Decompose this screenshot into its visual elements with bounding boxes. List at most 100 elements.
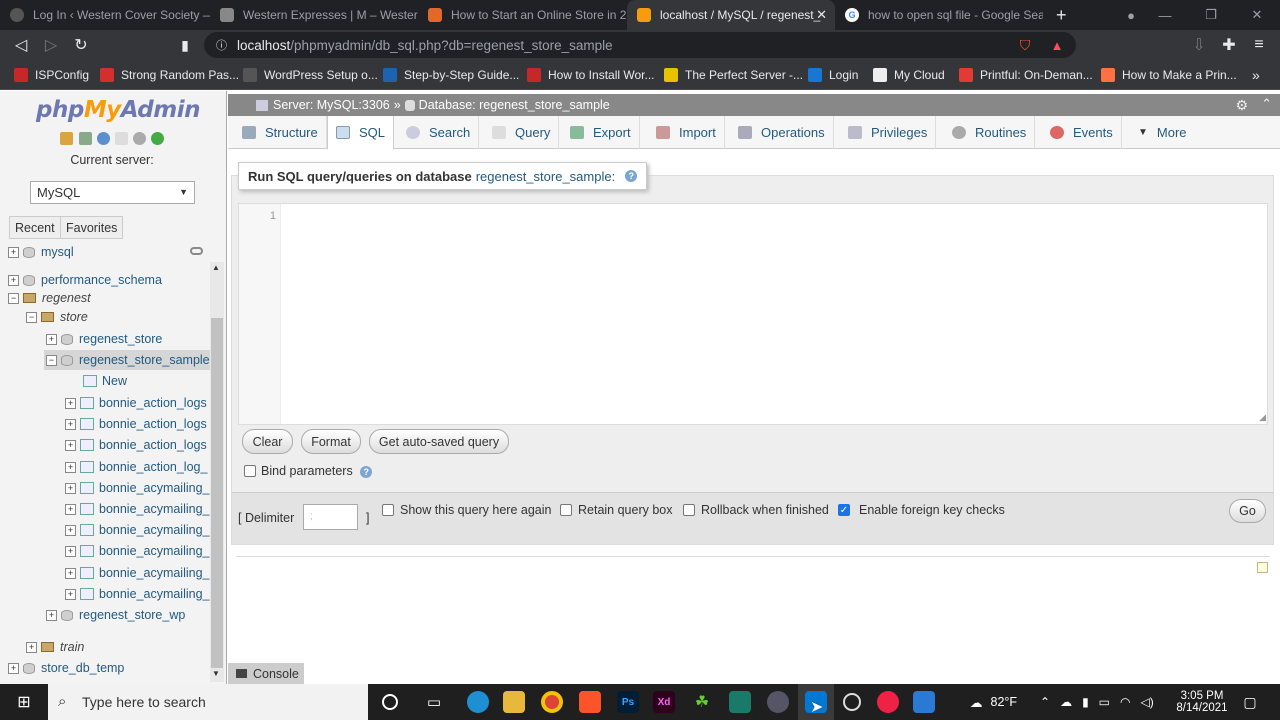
download-icon[interactable]: ⇩ — [1184, 30, 1214, 60]
docs-icon[interactable] — [115, 132, 128, 145]
expand-icon[interactable]: + — [65, 418, 76, 430]
collapse-icon[interactable]: − — [26, 311, 37, 323]
extensions-icon[interactable]: ✚ — [1214, 30, 1244, 60]
scroll-up-icon[interactable]: ▲ — [212, 263, 220, 272]
bookmark-item[interactable]: Printful: On-Deman... — [959, 60, 1093, 90]
expand-icon[interactable]: + — [46, 333, 57, 345]
back-icon[interactable]: ◁ — [6, 30, 36, 60]
address-bar[interactable]: ⓘ localhost/phpmyadmin/db_sql.php?db=reg… — [204, 32, 1076, 58]
weather-widget[interactable]: ☁ 82°F — [970, 684, 1017, 720]
phpmyadmin-logo[interactable]: phpMyAdmin — [36, 97, 200, 123]
expand-icon[interactable]: + — [8, 662, 19, 674]
expand-icon[interactable]: + — [65, 482, 76, 494]
clear-button[interactable]: Clear — [242, 429, 293, 454]
tree-item-table[interactable]: + bonnie_acymailing_ — [65, 563, 210, 583]
browser-tab[interactable]: Western Expresses | M – Western C — [210, 0, 418, 30]
recent-tab[interactable]: Recent — [9, 216, 61, 239]
mic-icon[interactable]: ▮ — [1082, 695, 1089, 709]
bookmark-item[interactable]: How to Make a Prin... — [1101, 60, 1237, 90]
info-icon[interactable]: ⓘ — [216, 37, 227, 53]
bookmark-item[interactable]: ISPConfig — [14, 60, 89, 90]
tree-item-db[interactable]: + mysql — [8, 244, 74, 260]
help-icon[interactable] — [97, 132, 110, 145]
rollback-when-finished-label[interactable]: Rollback when finished — [701, 503, 829, 517]
app-icon[interactable]: ☘ — [684, 684, 720, 720]
go-button[interactable]: Go — [1229, 499, 1266, 523]
app-icon[interactable] — [906, 684, 942, 720]
close-tab-icon[interactable]: ✕ — [816, 7, 827, 23]
tree-item-db[interactable]: + performance_schema — [8, 270, 162, 290]
cortana-icon[interactable] — [372, 684, 408, 720]
expand-icon[interactable]: + — [65, 524, 76, 536]
onedrive-icon[interactable]: ☁ — [1060, 695, 1072, 709]
bookmark-item[interactable]: Login — [808, 60, 858, 90]
tree-item-new-table[interactable]: New — [83, 371, 127, 391]
tree-item-group[interactable]: + train — [26, 637, 84, 657]
delimiter-input[interactable]: ; — [303, 504, 358, 530]
breadcrumb-database[interactable]: Database: regenest_store_sample — [419, 98, 610, 112]
browser-tab[interactable]: Log In ‹ Western Cover Society — — [0, 0, 210, 30]
task-view-icon[interactable]: ▭ — [416, 684, 452, 720]
expand-icon[interactable]: + — [65, 439, 76, 451]
tree-item-table[interactable]: + bonnie_action_logs — [65, 393, 207, 413]
breadcrumb-server[interactable]: Server: MySQL:3306 — [273, 98, 390, 112]
help-icon[interactable]: ? — [360, 466, 373, 478]
bookmark-item[interactable]: WordPress Setup o... — [243, 60, 378, 90]
bookmark-item[interactable]: Strong Random Pas... — [100, 60, 239, 90]
app-icon[interactable] — [760, 684, 796, 720]
brave-rewards-icon[interactable]: ▲ — [1042, 30, 1072, 60]
tree-item-db[interactable]: + regenest_store_wp — [46, 605, 185, 625]
window-close-icon[interactable]: ✕ — [1234, 0, 1280, 30]
retain-query-box-label[interactable]: Retain query box — [578, 503, 673, 517]
foreign-key-checks-checkbox[interactable]: ✓ — [838, 504, 850, 516]
edge-icon[interactable] — [460, 684, 496, 720]
format-button[interactable]: Format — [301, 429, 361, 454]
new-tab-button[interactable]: + — [1048, 0, 1078, 30]
browser-tab[interactable]: How to Start an Online Store in 20 — [418, 0, 626, 30]
expand-icon[interactable]: + — [65, 545, 76, 557]
app-icon[interactable] — [870, 684, 906, 720]
notifications-icon[interactable]: ▢ — [1240, 684, 1260, 720]
expand-icon[interactable]: + — [8, 274, 19, 286]
browser-tab-active[interactable]: localhost / MySQL / regenest_ ✕ — [627, 0, 835, 30]
retain-query-box-checkbox[interactable] — [560, 504, 572, 516]
tab-privileges[interactable]: Privileges — [840, 116, 937, 149]
app-icon[interactable] — [722, 684, 758, 720]
rollback-when-finished-checkbox[interactable] — [683, 504, 695, 516]
wifi-icon[interactable]: ◠ — [1120, 695, 1130, 709]
tab-operations[interactable]: Operations — [730, 116, 834, 149]
collapse-icon[interactable]: − — [8, 292, 19, 304]
tab-routines[interactable]: Routines — [944, 116, 1036, 149]
collapse-top-icon[interactable]: ⌃ — [1261, 96, 1272, 112]
tree-item-db[interactable]: + regenest_store — [46, 329, 162, 349]
show-query-again-checkbox[interactable] — [382, 504, 394, 516]
expand-icon[interactable]: + — [65, 567, 76, 579]
tab-structure[interactable]: Structure — [234, 116, 327, 149]
file-explorer-icon[interactable] — [496, 684, 532, 720]
clock[interactable]: 3:05 PM 8/14/2021 — [1172, 684, 1232, 720]
expand-icon[interactable]: + — [65, 397, 76, 409]
console-toggle[interactable]: Console — [228, 663, 304, 684]
volume-icon[interactable]: ◁) — [1141, 695, 1154, 709]
tab-query[interactable]: Query — [484, 116, 560, 149]
tree-scrollbar-thumb[interactable] — [211, 318, 223, 668]
tab-search[interactable]: Search — [398, 116, 480, 149]
server-select[interactable]: MySQL ▼ — [30, 181, 195, 204]
taskbar-search[interactable]: ⌕ Type here to search — [48, 684, 368, 720]
reload-icon[interactable]: ↻ — [66, 30, 96, 60]
home-icon[interactable] — [60, 132, 73, 145]
resize-handle-icon[interactable]: ◢ — [1259, 412, 1266, 423]
tab-export[interactable]: Export — [562, 116, 640, 149]
foreign-key-checks-label[interactable]: Enable foreign key checks — [859, 503, 1005, 517]
settings-icon[interactable] — [133, 132, 146, 145]
bind-parameters-checkbox[interactable] — [244, 465, 256, 477]
tree-item-table[interactable]: + bonnie_acymailing_ — [65, 541, 210, 561]
expand-icon[interactable]: + — [65, 588, 76, 600]
brave-shield-icon[interactable]: ⛉ — [1010, 30, 1040, 60]
restore-icon[interactable]: ❐ — [1188, 0, 1234, 30]
photoshop-icon[interactable]: Ps — [610, 684, 646, 720]
tab-import[interactable]: Import — [648, 116, 725, 149]
battery-icon[interactable]: ▭ — [1099, 695, 1110, 709]
bookmark-item[interactable]: My Cloud — [873, 60, 945, 90]
favorites-tab[interactable]: Favorites — [60, 216, 124, 239]
